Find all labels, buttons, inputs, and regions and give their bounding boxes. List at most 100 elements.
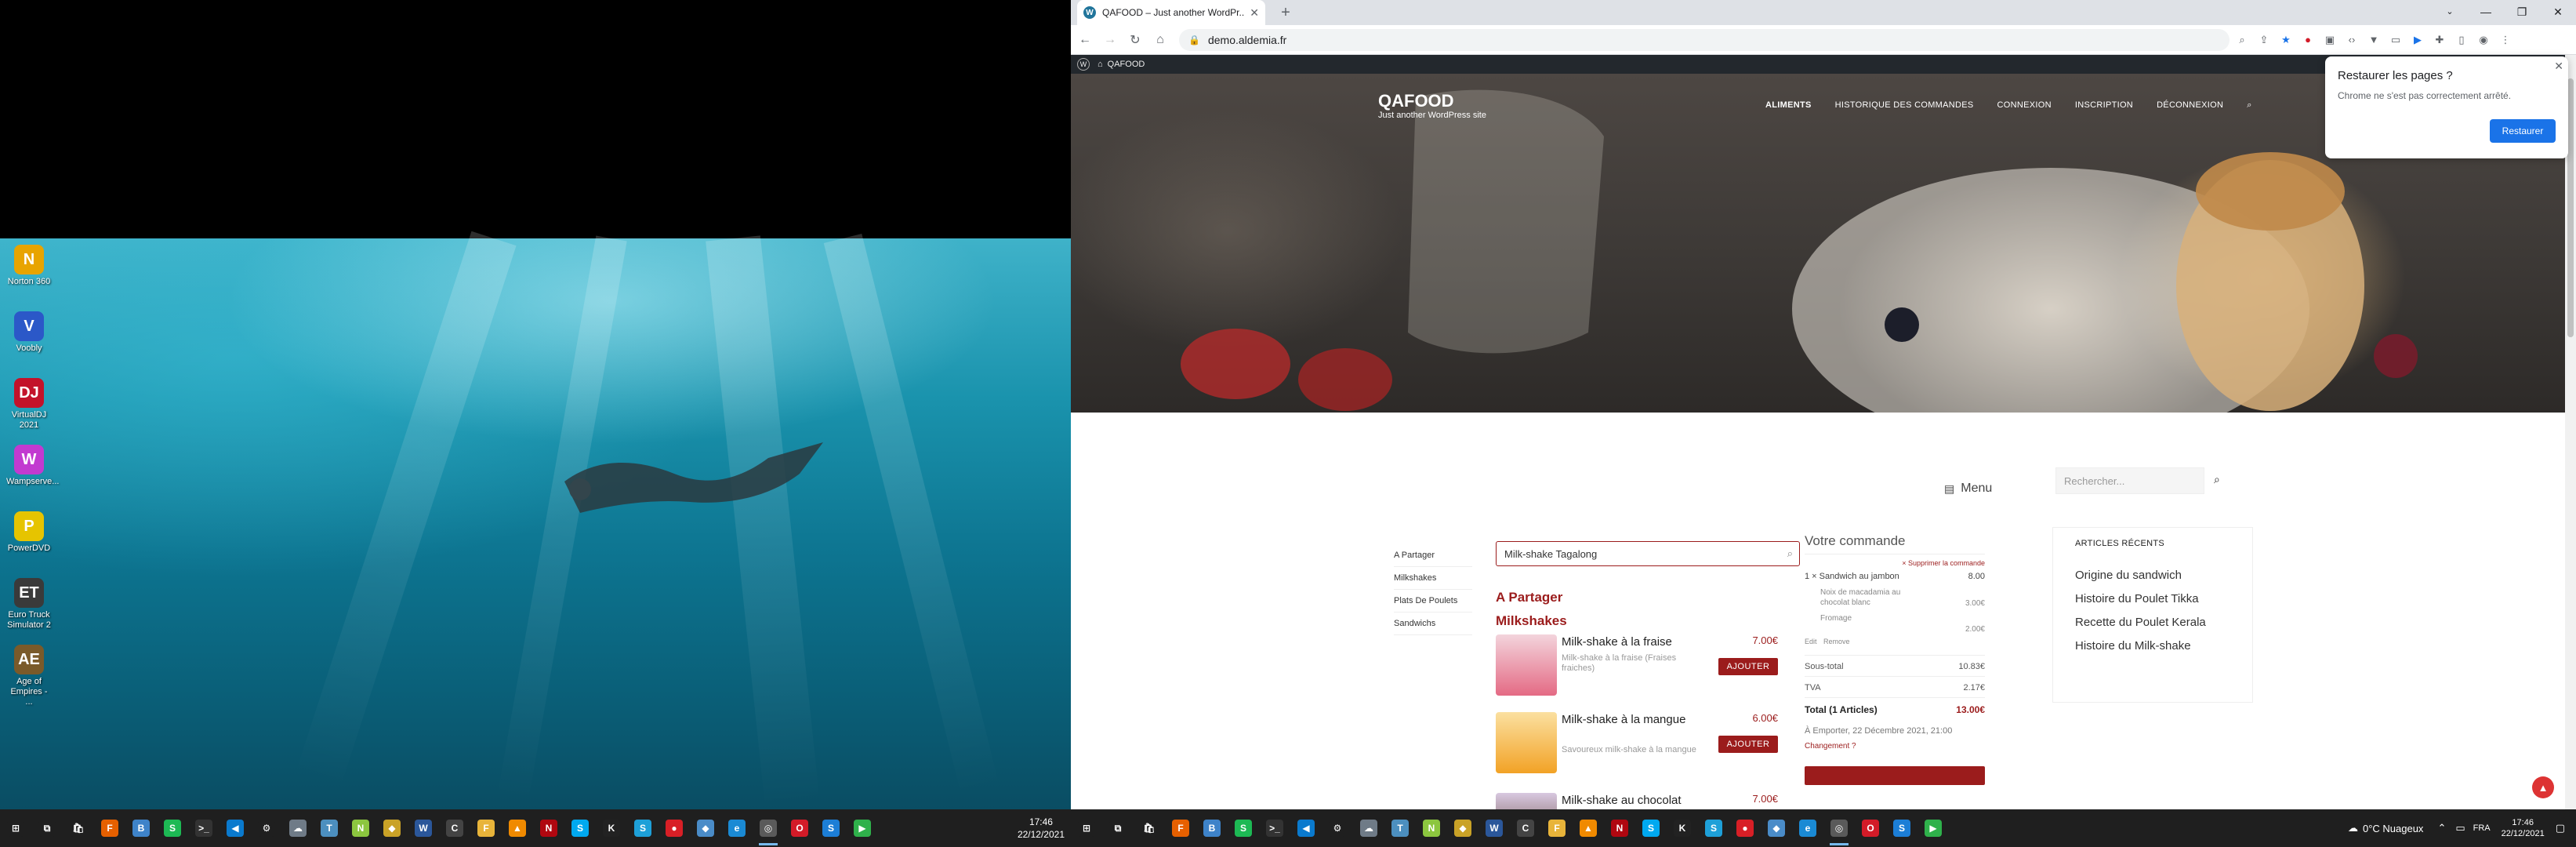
address-bar[interactable]: 🔒 demo.aldemia.fr [1179,28,2230,51]
spotify-icon[interactable]: S [1228,809,1259,847]
product-search-icon[interactable]: ⌕ [1787,547,1793,560]
cmd-icon[interactable]: C [439,809,470,847]
tab-close-icon[interactable]: ✕ [1250,6,1259,20]
virtualdj-icon[interactable]: DJ VirtualDJ 2021 [6,378,52,431]
share-icon[interactable]: ⇪ [2255,31,2273,49]
side-panel-icon[interactable]: ▯ [2452,31,2471,49]
nav-connexion[interactable]: CONNEXION [1997,100,2052,111]
category-plats-de-poulets[interactable]: Plats De Poulets [1394,590,1472,613]
skype-icon[interactable]: S [1635,809,1667,847]
profile-avatar[interactable]: ◉ [2474,31,2493,49]
zoom-icon[interactable]: ⌕ [2233,31,2251,49]
add-to-cart-button[interactable]: AJOUTER [1718,658,1778,675]
settings-icon[interactable]: ⚙ [251,809,282,847]
skype2-icon[interactable]: S [815,809,847,847]
record-icon[interactable]: ● [1729,809,1761,847]
recent-article-link[interactable]: Histoire du Milk-shake [2075,639,2230,653]
nav-historique[interactable]: HISTORIQUE DES COMMANDES [1835,100,1974,111]
cloud-icon[interactable]: ☁ [282,809,314,847]
extension-opera-icon[interactable]: ● [2298,31,2317,49]
reload-icon[interactable]: ↻ [1124,29,1146,51]
store-icon[interactable]: 🛍 [63,809,94,847]
terminal-icon[interactable]: >_ [188,809,220,847]
category-a-partager[interactable]: A Partager [1394,544,1472,567]
weather-cloud-icon[interactable]: ☁ [2348,822,2358,834]
tab-search-chevron-icon[interactable]: ⌄ [2432,0,2468,25]
product-item[interactable]: Milk-shake au chocolat 7.00€ [1496,793,1778,809]
extension-media-icon[interactable]: ▭ [2386,31,2405,49]
category-milkshakes[interactable]: Milkshakes [1394,567,1472,590]
product-item[interactable]: Milk-shake à la fraise Milk-shake à la f… [1496,634,1778,705]
netflix-icon[interactable]: N [1604,809,1635,847]
chrome-icon[interactable]: ◎ [1823,809,1855,847]
edit-item-link[interactable]: Edit [1805,638,1817,645]
maximize-button[interactable]: ❐ [2504,0,2540,25]
notepad-icon[interactable]: N [1416,809,1447,847]
extension-image-icon[interactable]: ▣ [2320,31,2339,49]
delete-order-link[interactable]: × Supprimer la commande [1805,559,1985,567]
vscode-icon[interactable]: ◀ [220,809,251,847]
powerdvd-icon[interactable]: P PowerDVD [6,511,52,554]
word-icon[interactable]: W [1478,809,1510,847]
restore-button[interactable]: Restaurer [2490,119,2556,143]
tool-icon[interactable]: T [1384,809,1416,847]
extensions-puzzle-icon[interactable]: ✚ [2430,31,2449,49]
wp-bar-site-name[interactable]: QAFOOD [1108,60,1145,69]
skype-icon[interactable]: S [564,809,596,847]
cmd-icon[interactable]: C [1510,809,1541,847]
lock-icon[interactable]: 🔒 [1188,35,1200,45]
taskview-icon[interactable]: ⧉ [31,809,63,847]
settings-icon[interactable]: ⚙ [1322,809,1353,847]
taskview-icon[interactable]: ⧉ [1102,809,1134,847]
home-icon[interactable]: ⌂ [1149,29,1171,51]
extension-filter-icon[interactable]: ▼ [2364,31,2383,49]
nav-inscription[interactable]: INSCRIPTION [2075,100,2133,111]
popup-close-icon[interactable]: ✕ [2554,60,2563,73]
minimize-button[interactable]: — [2468,0,2504,25]
app-blue-icon[interactable]: B [125,809,157,847]
sidebar-search-input[interactable]: Rechercher... [2055,467,2204,494]
scrollbar-thumb[interactable] [2567,78,2574,337]
app-green-icon[interactable]: ▶ [1917,809,1949,847]
sidebar-search-icon[interactable]: ⌕ [2214,473,2220,486]
recent-article-link[interactable]: Origine du sandwich [2075,569,2230,582]
diamond-icon[interactable]: ◆ [1447,809,1478,847]
norton-icon[interactable]: N Norton 360 [6,245,52,287]
diamond-icon[interactable]: ◆ [376,809,408,847]
extension-play-icon[interactable]: ▶ [2408,31,2427,49]
wampserver-icon[interactable]: W Wampserve... [6,445,59,487]
bookmark-star-icon[interactable]: ★ [2277,31,2295,49]
scroll-to-top-button[interactable]: ▲ [2532,776,2554,798]
firefox-icon[interactable]: F [1165,809,1196,847]
wp-home-icon[interactable]: ⌂ [1098,60,1103,69]
notifications-icon[interactable]: ▢ [2556,822,2565,834]
product-item[interactable]: Milk-shake à la mangue Savoureux milk-sh… [1496,712,1778,783]
spotify-icon[interactable]: S [157,809,188,847]
new-tab-button[interactable]: + [1276,3,1295,22]
start-icon[interactable]: ⊞ [1071,809,1102,847]
app-diamond2-icon[interactable]: ◆ [1761,809,1792,847]
aoe-icon[interactable]: AE Age of Empires - ... [6,645,52,707]
notepad-icon[interactable]: N [345,809,376,847]
left-clock[interactable]: 17:46 22/12/2021 [1018,816,1065,841]
remove-item-link[interactable]: Remove [1823,638,1850,645]
app-blue-icon[interactable]: B [1196,809,1228,847]
add-to-cart-button[interactable]: AJOUTER [1718,736,1778,753]
vlc-icon[interactable]: ▲ [1573,809,1604,847]
nav-deconnexion[interactable]: DÉCONNEXION [2157,100,2223,111]
word-icon[interactable]: W [408,809,439,847]
extension-code-icon[interactable]: ‹› [2342,31,2361,49]
recent-article-link[interactable]: Recette du Poulet Kerala [2075,616,2230,629]
firefox-icon[interactable]: F [94,809,125,847]
app-sq-icon[interactable]: S [627,809,659,847]
forward-arrow-icon[interactable]: → [1099,29,1121,51]
start-icon[interactable]: ⊞ [0,809,31,847]
weather-text[interactable]: 0°C Nuageux [2363,823,2423,834]
chrome-icon[interactable]: ◎ [753,809,784,847]
eurotruck-icon[interactable]: ET Euro Truck Simulator 2 [6,578,52,631]
tray-chevron-icon[interactable]: ⌃ [2437,822,2446,834]
browser-tab[interactable]: W QAFOOD – Just another WordPr... ✕ [1077,0,1265,25]
menu-pdf-link[interactable]: ▤ Menu [1944,482,1992,496]
vscode-icon[interactable]: ◀ [1290,809,1322,847]
checkout-button[interactable] [1805,766,1985,785]
